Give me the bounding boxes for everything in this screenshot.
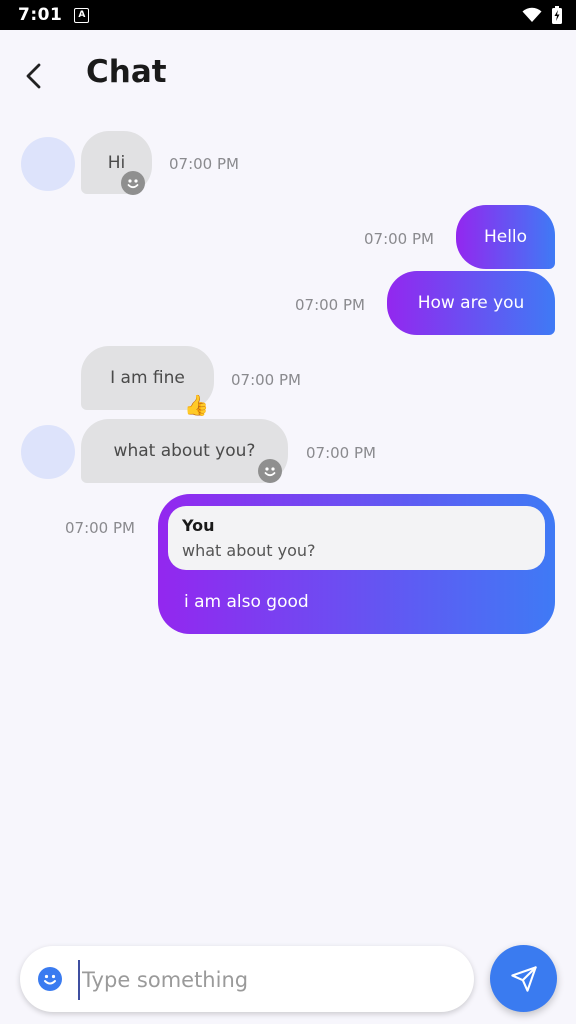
- smiley-reaction-icon[interactable]: [121, 171, 145, 195]
- chevron-left-icon: [26, 63, 41, 89]
- message-time: 07:00 PM: [306, 444, 376, 462]
- message-text: Hello: [483, 227, 528, 247]
- message-time: 07:00 PM: [231, 371, 301, 389]
- page-title: Chat: [86, 54, 167, 90]
- quoted-text: what about you?: [182, 541, 316, 560]
- message-composer: [20, 946, 474, 1012]
- message-time: 07:00 PM: [295, 296, 365, 314]
- quoted-message[interactable]: You what about you?: [168, 506, 545, 570]
- wifi-icon: [522, 7, 542, 22]
- thumbs-up-reaction-icon[interactable]: 👍: [184, 395, 209, 415]
- message-bubble-reply[interactable]: You what about you? i am also good: [158, 494, 555, 634]
- avatar[interactable]: [21, 425, 75, 479]
- smiley-reaction-icon[interactable]: [258, 459, 282, 483]
- smiley-icon: [264, 467, 276, 477]
- notification-icon: A: [74, 7, 90, 23]
- message-time: 07:00 PM: [364, 230, 434, 248]
- send-icon: [510, 965, 537, 992]
- back-button[interactable]: [18, 60, 50, 92]
- battery-icon: [552, 6, 562, 24]
- emoji-icon: [38, 967, 62, 991]
- quoted-author: You: [182, 516, 215, 535]
- message-time: 07:00 PM: [65, 519, 135, 537]
- message-bubble-incoming[interactable]: what about you?: [81, 419, 288, 483]
- message-text: what about you?: [113, 441, 256, 461]
- avatar[interactable]: [21, 137, 75, 191]
- message-text: I am fine: [110, 368, 185, 388]
- message-text: How are you: [417, 293, 525, 313]
- status-time: 7:01: [18, 5, 63, 25]
- status-bar: 7:01 A: [0, 0, 576, 30]
- chat-header: Chat: [0, 30, 576, 120]
- message-time: 07:00 PM: [169, 155, 239, 173]
- smiley-icon: [127, 179, 139, 189]
- message-input[interactable]: [78, 960, 464, 1000]
- message-text: i am also good: [184, 592, 309, 612]
- emoji-button[interactable]: [38, 967, 62, 991]
- message-bubble-outgoing[interactable]: How are you: [387, 271, 555, 335]
- message-bubble-outgoing[interactable]: Hello: [456, 205, 555, 269]
- message-text: Hi: [107, 152, 126, 173]
- send-button[interactable]: [490, 945, 557, 1012]
